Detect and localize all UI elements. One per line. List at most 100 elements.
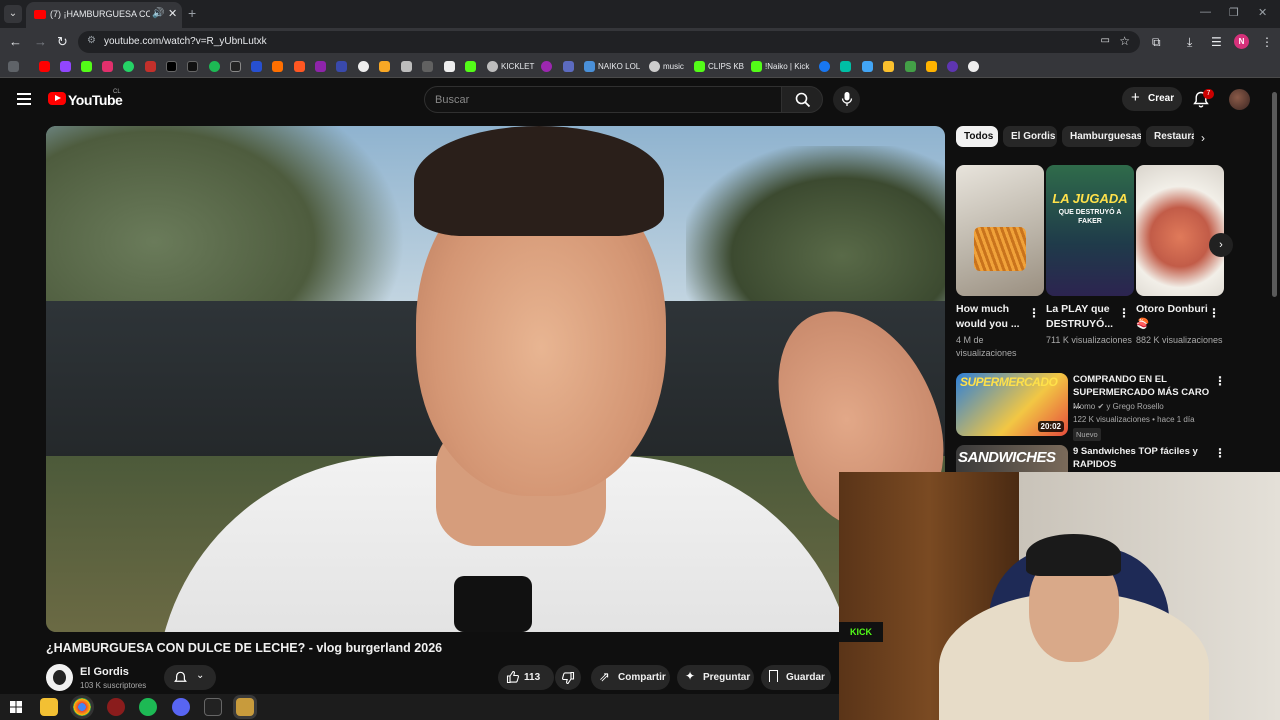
youtube-bookmark-icon[interactable]	[39, 61, 50, 72]
kicklet-icon[interactable]	[487, 61, 498, 72]
app-taskbar-icon[interactable]	[107, 698, 125, 716]
close-tab-icon[interactable]: ✕	[168, 7, 177, 20]
bookmark-icon[interactable]	[230, 61, 241, 72]
related-channel-1[interactable]: Momo ✔ y Grego Rosello	[1073, 402, 1164, 411]
bookmark-icon[interactable]	[422, 61, 433, 72]
bookmark-icon[interactable]	[465, 61, 476, 72]
short-3-more-icon[interactable]: ⋮	[1208, 306, 1220, 320]
minimize-icon[interactable]: —	[1200, 6, 1211, 18]
share-button[interactable]: ⇗ Compartir	[591, 665, 670, 690]
short-title-2[interactable]: La PLAY que DESTRUYÓ...	[1046, 302, 1122, 332]
chip-hamburguesas[interactable]: Hamburguesas	[1062, 126, 1141, 147]
new-tab-icon[interactable]: +	[188, 5, 196, 21]
subscription-notifications-button[interactable]: ⌄	[164, 665, 216, 690]
short-thumbnail-1[interactable]	[956, 165, 1044, 296]
related-thumbnail-2[interactable]: SANDWICHES	[956, 445, 1068, 472]
create-button[interactable]: + Crear	[1122, 87, 1182, 111]
bookmark-naiko-lol[interactable]: NAIKO LOL	[598, 62, 640, 71]
bookmark-icon[interactable]	[968, 61, 979, 72]
video-player[interactable]	[46, 126, 945, 632]
music-icon[interactable]	[649, 61, 660, 72]
naiko-lol-icon[interactable]	[584, 61, 595, 72]
extensions-icon[interactable]: ⧉	[1152, 35, 1161, 50]
dislike-button[interactable]	[555, 665, 581, 690]
bookmark-icon[interactable]	[294, 61, 305, 72]
bookmark-icon[interactable]	[905, 61, 916, 72]
ask-button[interactable]: ✦ Preguntar	[677, 665, 754, 690]
bookmark-icon[interactable]	[444, 61, 455, 72]
reload-icon[interactable]: ↻	[57, 34, 68, 50]
install-app-icon[interactable]: ▭	[1101, 35, 1110, 46]
twitch-bookmark-icon[interactable]	[60, 61, 71, 72]
close-window-icon[interactable]: ✕	[1258, 6, 1267, 19]
short-1-more-icon[interactable]: ⋮	[1028, 306, 1040, 320]
related-thumbnail-1[interactable]: SUPERMERCADO 20:02	[956, 373, 1068, 436]
chip-el-gordis[interactable]: El Gordis	[1003, 126, 1057, 147]
bookmark-clips-kb[interactable]: CLIPS KB	[708, 62, 744, 71]
windows-start-icon[interactable]	[10, 701, 22, 713]
spotify-bookmark-icon[interactable]	[209, 61, 220, 72]
bookmark-music[interactable]: music	[663, 62, 684, 71]
account-avatar[interactable]	[1229, 89, 1250, 110]
chip-todos[interactable]: Todos	[956, 126, 998, 147]
bookmark-icon[interactable]	[541, 61, 552, 72]
chips-next-chevron-icon[interactable]: ›	[1201, 131, 1205, 145]
browser-tab-youtube[interactable]: (7) ¡HAMBURGUESA CON DULCE DE LECHE? - v…	[26, 2, 182, 28]
bookmark-icon[interactable]	[145, 61, 156, 72]
bookmark-icon[interactable]	[379, 61, 390, 72]
maximize-icon[interactable]: ❐	[1229, 6, 1239, 19]
bookmark-icon[interactable]	[862, 61, 873, 72]
file-explorer-icon[interactable]	[40, 698, 58, 716]
shorts-next-chevron-icon[interactable]: ›	[1209, 233, 1233, 257]
bookmark-icon[interactable]	[563, 61, 574, 72]
back-icon[interactable]: ←	[9, 34, 22, 49]
short-thumbnail-3[interactable]	[1136, 165, 1224, 296]
bookmark-star-icon[interactable]: ☆	[1119, 34, 1130, 48]
page-scrollbar[interactable]	[1272, 92, 1277, 297]
channel-avatar[interactable]	[46, 664, 73, 691]
voice-search-button[interactable]	[833, 86, 860, 113]
audio-playing-icon[interactable]: 🔊	[152, 8, 164, 19]
naiko-kick-icon[interactable]	[751, 61, 762, 72]
facebook-bookmark-icon[interactable]	[819, 61, 830, 72]
bookmark-icon[interactable]	[401, 61, 412, 72]
bookmark-icon[interactable]	[947, 61, 958, 72]
related-1-more-icon[interactable]: ⋮	[1214, 374, 1226, 388]
channel-name[interactable]: El Gordis	[80, 666, 129, 678]
reading-list-icon[interactable]: ☰	[1211, 35, 1222, 49]
short-thumbnail-2[interactable]: LA JUGADA QUE DESTRUYÓ A FAKER	[1046, 165, 1134, 296]
bookmark-icon[interactable]	[251, 61, 262, 72]
bookmark-icon[interactable]	[358, 61, 369, 72]
short-title-3[interactable]: Otoro Donburi 🍣	[1136, 302, 1212, 332]
bookmark-icon[interactable]	[883, 61, 894, 72]
spotify-taskbar-icon[interactable]	[139, 698, 157, 716]
bookmark-icon[interactable]	[315, 61, 326, 72]
profile-avatar[interactable]: N	[1234, 34, 1249, 49]
league-of-legends-taskbar-icon[interactable]	[236, 698, 254, 716]
instagram-bookmark-icon[interactable]	[102, 61, 113, 72]
bookmark-icon[interactable]	[272, 61, 283, 72]
whatsapp-bookmark-icon[interactable]	[123, 61, 134, 72]
kick-bookmark-icon[interactable]	[81, 61, 92, 72]
like-button[interactable]: 113	[498, 665, 554, 690]
tiktok-bookmark-icon[interactable]	[187, 61, 198, 72]
related-title-2[interactable]: 9 Sandwiches TOP fáciles y RAPIDOS	[1073, 445, 1213, 471]
apps-grid-icon[interactable]	[8, 61, 19, 72]
discord-taskbar-icon[interactable]	[172, 698, 190, 716]
downloads-icon[interactable]: ⤓	[1187, 35, 1192, 50]
guide-menu-icon[interactable]	[17, 93, 31, 105]
site-info-icon[interactable]: ⚙	[87, 35, 96, 46]
x-bookmark-icon[interactable]	[166, 61, 177, 72]
search-input[interactable]: Buscar	[424, 86, 782, 113]
search-button[interactable]	[781, 86, 823, 113]
bookmark-icon[interactable]	[926, 61, 937, 72]
forward-icon[interactable]: →	[34, 34, 47, 49]
clips-kb-icon[interactable]	[694, 61, 705, 72]
bookmark-kicklet[interactable]: KICKLET	[501, 62, 534, 71]
app-taskbar-icon[interactable]	[204, 698, 222, 716]
bookmark-naiko-kick[interactable]: !Naiko | Kick	[765, 62, 809, 71]
chrome-taskbar-icon[interactable]	[73, 698, 91, 716]
short-title-1[interactable]: How much would you ...	[956, 302, 1032, 332]
bookmark-icon[interactable]	[840, 61, 851, 72]
related-2-more-icon[interactable]: ⋮	[1214, 446, 1226, 460]
